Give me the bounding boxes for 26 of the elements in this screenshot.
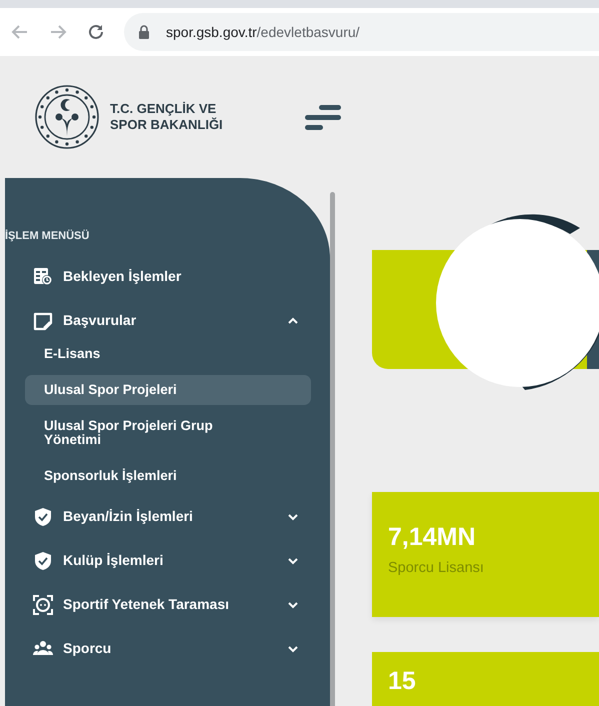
menu-heading: İŞLEM MENÜSÜ xyxy=(5,228,90,244)
shield-check-icon xyxy=(33,506,53,526)
address-bar[interactable]: spor.gsb.gov.tr/edevletbasvuru/ xyxy=(124,13,599,51)
reload-icon[interactable] xyxy=(86,22,106,42)
stat-value: 7,14MN xyxy=(388,522,477,552)
stat-label: Sporcu Lisansı xyxy=(388,559,485,578)
shield-check-icon xyxy=(33,550,53,570)
menu-icon[interactable] xyxy=(304,104,341,130)
menu-item[interactable]: Bekleyen İşlemler xyxy=(5,254,316,298)
menu-item[interactable]: Kulüp İşlemleri xyxy=(5,538,316,582)
scrollbar[interactable] xyxy=(330,192,335,706)
stat-value: 15 xyxy=(388,668,417,694)
logo-text: SPOR BAKANLIĞI xyxy=(110,117,223,133)
submenu-item[interactable]: Ulusal Spor Projeleri xyxy=(25,374,311,404)
logo-text: T.C. GENÇLİK VE xyxy=(110,101,218,117)
submenu-item[interactable]: Ulusal Spor Projeleri Grup Yönetimi xyxy=(25,410,275,454)
submenu-item[interactable]: Sponsorluk İşlemleri xyxy=(25,460,311,490)
calendar-clock-icon xyxy=(33,266,53,286)
lock-icon xyxy=(138,25,150,39)
url-text: spor.gsb.gov.tr/edevletbasvuru/ xyxy=(166,22,360,42)
menu-item[interactable]: Beyan/İzin İşlemleri xyxy=(5,494,316,538)
face-scan-icon xyxy=(33,594,53,614)
menu-item[interactable]: Sportif Yetenek Taraması xyxy=(5,582,316,626)
note-edit-icon xyxy=(33,310,53,330)
ministry-logo-icon xyxy=(34,84,100,150)
menu-item[interactable]: Sporcu xyxy=(5,626,316,670)
